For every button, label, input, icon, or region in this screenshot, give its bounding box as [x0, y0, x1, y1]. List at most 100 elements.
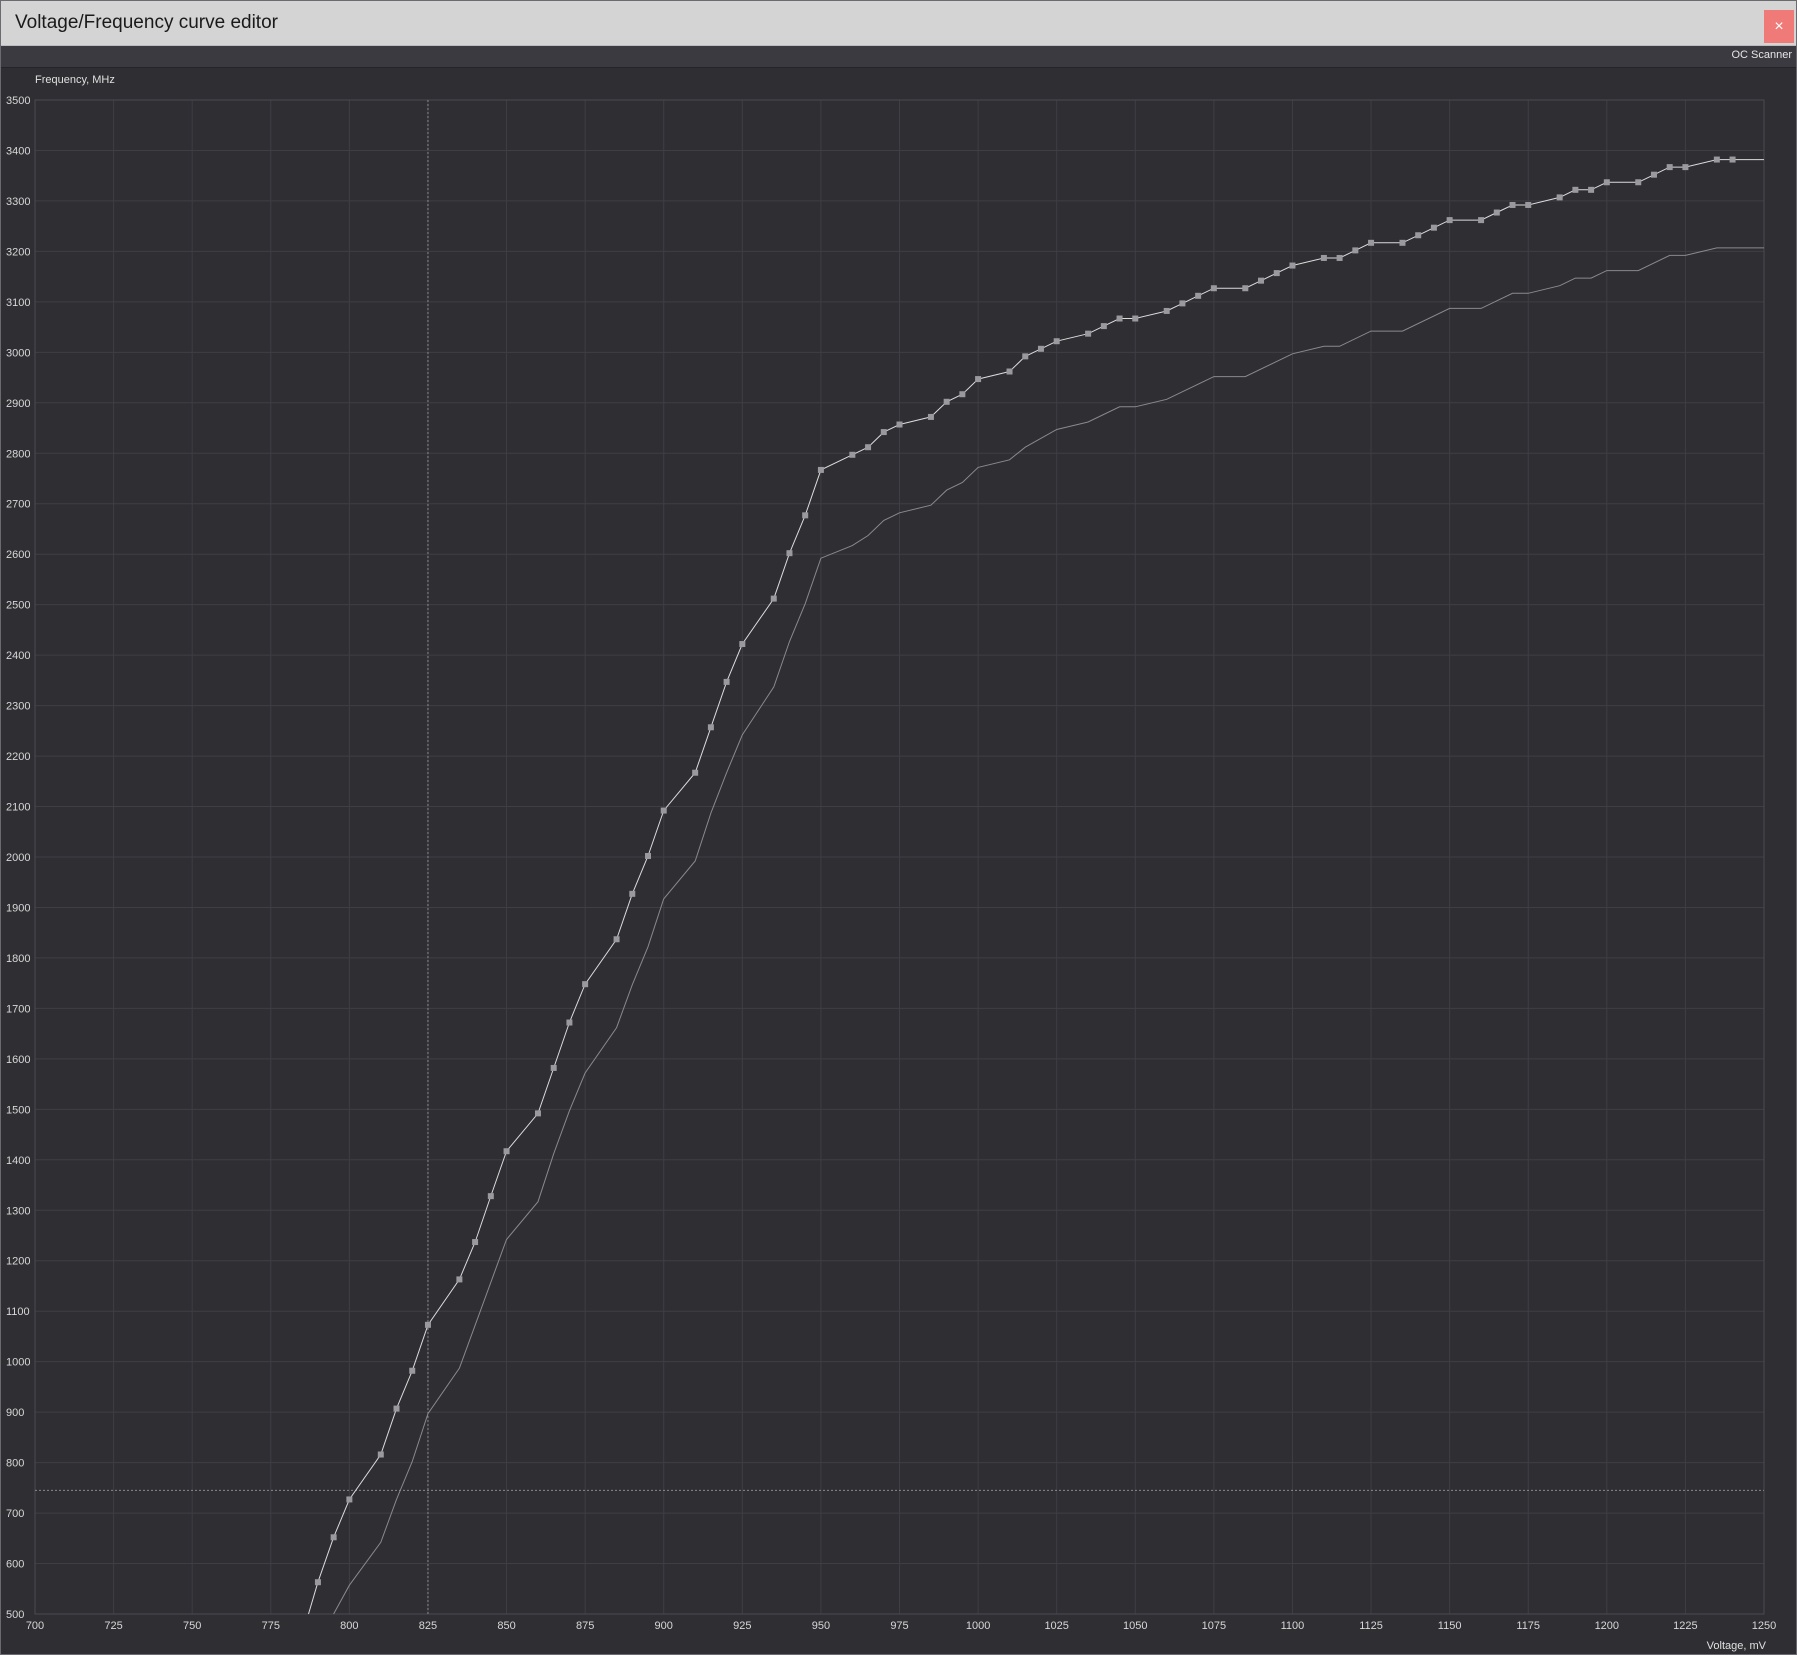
vf-curve-point[interactable] [1258, 277, 1265, 284]
vf-curve-point[interactable] [1666, 164, 1673, 171]
x-tick-label: 1175 [1516, 1620, 1540, 1632]
vf-curve-point[interactable] [849, 451, 856, 458]
vf-curve-point[interactable] [927, 413, 934, 420]
vf-curve-point[interactable] [629, 890, 636, 897]
y-tick-label: 3200 [6, 246, 30, 258]
vf-curve-point[interactable] [456, 1276, 463, 1283]
vf-curve-point[interactable] [330, 1534, 337, 1541]
vf-curve-point[interactable] [1132, 315, 1139, 322]
vf-curve-point[interactable] [1210, 285, 1217, 292]
vf-curve-point[interactable] [1682, 164, 1689, 171]
vf-curve-point[interactable] [1289, 262, 1296, 269]
vf-curve-point[interactable] [1729, 156, 1736, 163]
vf-curve-point[interactable] [880, 429, 887, 436]
vf-curve-point[interactable] [723, 678, 730, 685]
y-tick-label: 3300 [6, 196, 30, 208]
vf-curve-point[interactable] [566, 1019, 573, 1026]
vf-curve-point[interactable] [645, 852, 652, 859]
vf-curve-point[interactable] [865, 444, 872, 451]
vf-curve-point[interactable] [786, 550, 793, 557]
vf-curve-point[interactable] [1163, 307, 1170, 314]
vf-curve-point[interactable] [1446, 217, 1453, 224]
vf-curve-point[interactable] [943, 398, 950, 405]
vf-curve-point[interactable] [707, 724, 714, 731]
vf-curve-point[interactable] [1195, 292, 1202, 299]
y-tick-label: 600 [6, 1559, 24, 1571]
vf-curve-point[interactable] [582, 981, 589, 988]
vf-curve-point[interactable] [1320, 254, 1327, 261]
vf-curve-point[interactable] [692, 769, 699, 776]
vf-curve-point[interactable] [1336, 254, 1343, 261]
vf-curve-point[interactable] [739, 641, 746, 648]
vf-curve-point[interactable] [1100, 323, 1107, 330]
vf-curve-point[interactable] [959, 391, 966, 398]
vf-curve-point[interactable] [1713, 156, 1720, 163]
vf-curve-point[interactable] [550, 1064, 557, 1071]
vf-curve-point[interactable] [1525, 201, 1532, 208]
vf-curve-point[interactable] [346, 1496, 353, 1503]
vf-curve-point[interactable] [1399, 239, 1406, 246]
vf-chart-area[interactable]: Frequency, MHz Voltage, mV 500 600 700 800 9… [1, 68, 1796, 1654]
x-tick-label: 950 [812, 1620, 830, 1632]
vf-curve-point[interactable] [1415, 232, 1422, 239]
vf-curve-point[interactable] [1053, 338, 1060, 345]
vf-curve-point[interactable] [1037, 345, 1044, 352]
vf-curve-point[interactable] [770, 595, 777, 602]
vf-curve-point[interactable] [1588, 186, 1595, 193]
vf-curve-point[interactable] [1556, 194, 1563, 201]
vf-curve-point[interactable] [1368, 239, 1375, 246]
vf-curve-point[interactable] [1509, 201, 1516, 208]
vf-curve-point[interactable] [1085, 330, 1092, 337]
vf-curve-point[interactable] [314, 1579, 321, 1586]
title-bar[interactable]: Voltage/Frequency curve editor × [1, 1, 1796, 46]
vf-curve-point[interactable] [1116, 315, 1123, 322]
y-tick-label: 2600 [6, 549, 30, 561]
y-tick-label: 3500 [6, 95, 30, 107]
y-tick-label: 1300 [6, 1205, 30, 1217]
vf-curve-point[interactable] [1635, 179, 1642, 186]
vf-curve-point[interactable] [896, 421, 903, 428]
vf-curve-point[interactable] [1352, 247, 1359, 254]
vf-curve-point[interactable] [1006, 368, 1013, 375]
x-tick-label: 1075 [1202, 1620, 1226, 1632]
close-button[interactable]: × [1764, 10, 1794, 43]
vf-curve-point[interactable] [802, 512, 809, 519]
vf-curve-points[interactable] [314, 156, 1736, 1586]
vf-curve-editor-window: Voltage/Frequency curve editor × OC Scan… [0, 0, 1797, 1655]
vf-curve-point[interactable] [1022, 353, 1029, 360]
y-tick-label: 2700 [6, 499, 30, 511]
y-tick-label: 1800 [6, 953, 30, 965]
y-tick-label: 2100 [6, 802, 30, 814]
vf-curve-point[interactable] [1572, 186, 1579, 193]
vf-curve-point[interactable] [1273, 270, 1280, 277]
y-tick-label: 1900 [6, 902, 30, 914]
vf-curve-point[interactable] [377, 1451, 384, 1458]
vf-curve-point[interactable] [817, 466, 824, 473]
y-tick-label: 700 [6, 1508, 24, 1520]
oc-scanner-button[interactable]: OC Scanner [1731, 49, 1792, 61]
vf-curve-point[interactable] [424, 1321, 431, 1328]
vf-curve-point[interactable] [393, 1405, 400, 1412]
vf-curve-point[interactable] [1478, 217, 1485, 224]
vf-curve-point[interactable] [487, 1193, 494, 1200]
vf-curve-point[interactable] [1603, 179, 1610, 186]
vf-curve-point[interactable] [503, 1148, 510, 1155]
vf-curve-point[interactable] [1242, 285, 1249, 292]
vf-curve-point[interactable] [1493, 209, 1500, 216]
x-tick-label: 800 [340, 1620, 358, 1632]
vf-curve-point[interactable] [472, 1239, 479, 1246]
vf-curve-point[interactable] [660, 807, 667, 814]
vf-curve-point[interactable] [613, 936, 620, 943]
vf-curve-point[interactable] [1650, 171, 1657, 178]
vf-curve-point[interactable] [975, 376, 982, 383]
vf-curve-point[interactable] [534, 1110, 541, 1117]
vf-curve-point[interactable] [1179, 300, 1186, 307]
vf-curve-point[interactable] [1430, 224, 1437, 231]
x-tick-labels: 700 725 750 775 800 825 850 875 900 925 950 975 1000… [26, 1620, 1776, 1632]
vf-chart[interactable]: Frequency, MHz Voltage, mV 500 600 700 800 9… [1, 68, 1796, 1654]
y-tick-label: 900 [6, 1407, 24, 1419]
x-tick-label: 1225 [1673, 1620, 1697, 1632]
x-axis-title: Voltage, mV [1707, 1640, 1767, 1652]
vf-curve-point[interactable] [409, 1367, 416, 1374]
y-tick-label: 2000 [6, 852, 30, 864]
